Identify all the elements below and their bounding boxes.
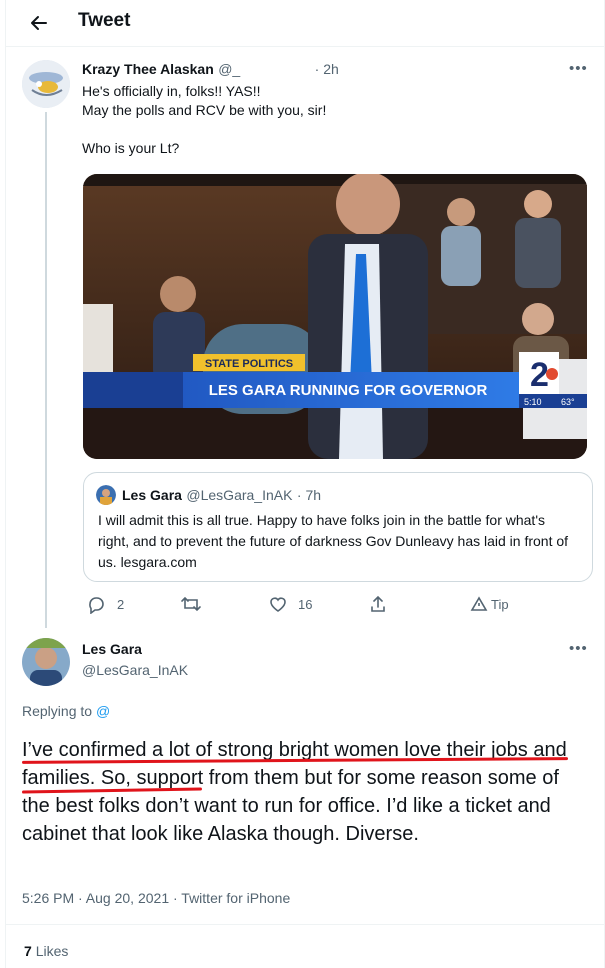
tip-button[interactable]	[470, 595, 488, 618]
media-image[interactable]: STATE POLITICS LES GARA RUNNING FOR GOVE…	[83, 174, 587, 459]
retweet-button[interactable]	[180, 594, 202, 619]
station-time: 5:10	[524, 397, 542, 407]
avatar[interactable]	[22, 638, 70, 686]
station-number: 2	[530, 356, 549, 394]
arrow-left-icon[interactable]	[24, 8, 54, 38]
replying-to-label: Replying to	[22, 703, 93, 719]
banner-tag: STATE POLITICS	[205, 358, 293, 370]
like-button[interactable]	[268, 594, 288, 619]
likes-label: Likes	[35, 943, 69, 959]
banner-headline: LES GARA RUNNING FOR GOVERNOR	[209, 382, 488, 399]
quote-text: I will admit this is all true. Happy to …	[98, 512, 569, 570]
avatar[interactable]	[22, 60, 70, 108]
likes-count: 7	[24, 943, 32, 959]
reply-button[interactable]	[86, 594, 106, 619]
tweet-text-line: He's officially in, folks!! YAS!!	[82, 83, 261, 99]
author-handle[interactable]: @_	[218, 61, 240, 77]
author-name[interactable]: Les Gara	[82, 641, 142, 657]
like-count: 16	[298, 597, 313, 612]
author-handle[interactable]: @LesGara_InAK	[82, 662, 188, 678]
thread-line	[45, 112, 47, 628]
share-button[interactable]	[368, 594, 388, 619]
replying-to: Replying to @	[22, 703, 110, 719]
station-temp: 63°	[561, 397, 575, 407]
likes-summary[interactable]: 7 Likes	[24, 943, 68, 959]
tweet-text-line: May the polls and RCV be with you, sir!	[82, 102, 327, 118]
replying-to-handle[interactable]: @	[96, 703, 110, 719]
more-options-icon[interactable]: •••	[569, 640, 588, 657]
quote-author-handle: @LesGara_InAK	[186, 487, 293, 503]
tweet-text-line: Who is your Lt?	[82, 140, 180, 156]
quote-avatar	[96, 485, 116, 505]
divider	[6, 46, 604, 47]
quoted-tweet[interactable]: Les Gara @LesGara_InAK · 7h I will admit…	[83, 472, 593, 582]
tip-label: Tip	[491, 597, 509, 612]
heart-icon	[270, 597, 286, 612]
retweet-icon	[181, 596, 201, 612]
page-title: Tweet	[78, 10, 131, 31]
tip-icon	[470, 596, 488, 611]
more-options-icon[interactable]: •••	[569, 60, 588, 77]
divider	[6, 924, 604, 925]
reply-icon	[89, 597, 104, 615]
tweet1-header: Krazy Thee Alaskan @_ · 2h	[82, 61, 339, 79]
tweet-page: Tweet Krazy Thee Alaskan @_ · 2h ••• He'…	[5, 0, 605, 968]
quote-time: · 7h	[296, 487, 322, 503]
tweet-actions: 2 16 Tip	[86, 594, 586, 616]
header: Tweet	[6, 0, 604, 46]
reply-count: 2	[117, 597, 125, 612]
tweet1-text: He's officially in, folks!! YAS!! May th…	[82, 82, 582, 158]
share-icon	[371, 595, 385, 612]
author-name[interactable]: Krazy Thee Alaskan	[82, 61, 214, 77]
quote-author-name: Les Gara	[122, 487, 182, 503]
tweet-meta[interactable]: 5:26 PM · Aug 20, 2021 · Twitter for iPh…	[22, 890, 290, 906]
tweet-time[interactable]: · 2h	[315, 61, 339, 77]
